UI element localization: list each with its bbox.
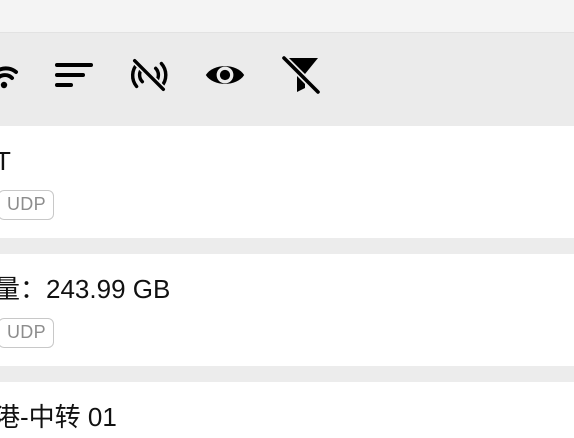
list-item[interactable]: 港-中转 01 bbox=[0, 382, 574, 438]
node-title: T bbox=[0, 146, 11, 176]
list-item[interactable]: T UDP bbox=[0, 126, 574, 238]
node-title: 港-中转 01 bbox=[0, 402, 117, 432]
header-bar bbox=[0, 0, 574, 33]
protocol-tag: UDP bbox=[0, 318, 54, 348]
wifi-signal-icon[interactable] bbox=[0, 54, 22, 96]
app-window: T UDP 量：243.99 GB UDP 港-中转 01 bbox=[0, 0, 574, 438]
row-divider bbox=[0, 238, 574, 254]
traffic-usage-text: 量：243.99 GB bbox=[0, 274, 171, 304]
signal-off-icon[interactable] bbox=[128, 54, 170, 96]
row-divider bbox=[0, 366, 574, 382]
toolbar bbox=[0, 33, 574, 126]
filter-off-icon[interactable] bbox=[280, 54, 322, 96]
list-item[interactable]: 量：243.99 GB UDP bbox=[0, 254, 574, 366]
protocol-tag: UDP bbox=[0, 190, 54, 220]
sort-icon[interactable] bbox=[53, 54, 95, 96]
eye-icon[interactable] bbox=[204, 54, 246, 96]
